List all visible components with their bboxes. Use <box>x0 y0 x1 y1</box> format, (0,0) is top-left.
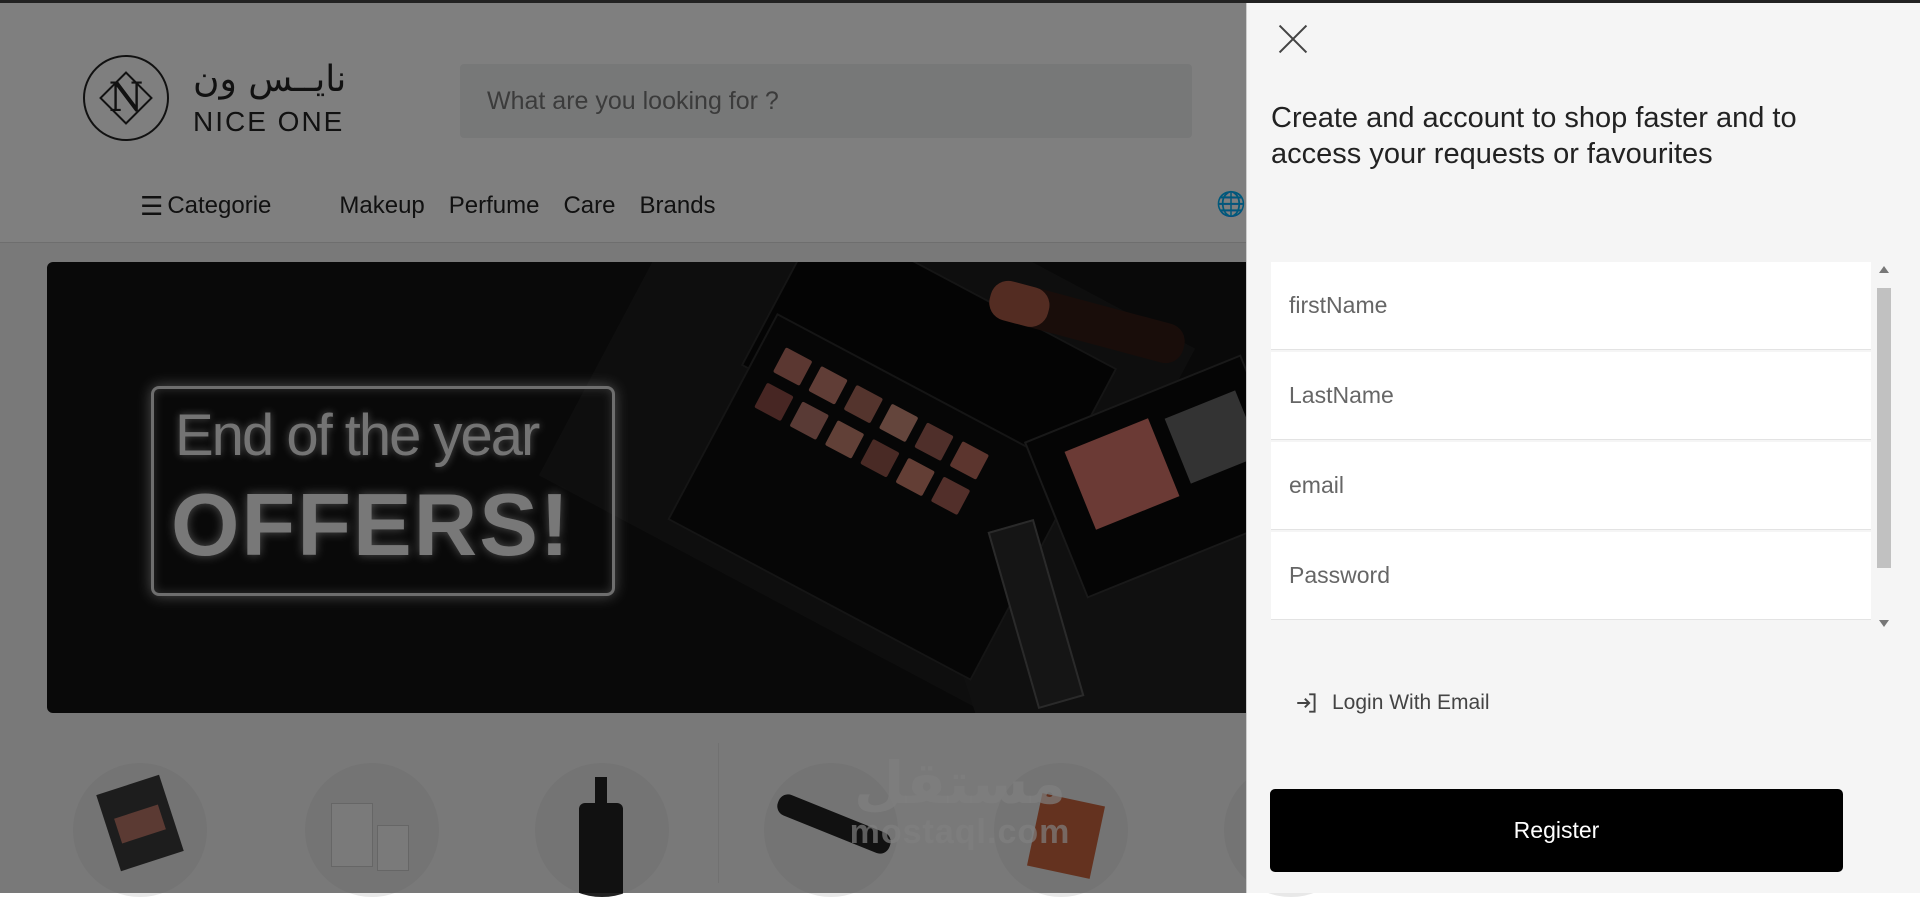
first-name-input[interactable] <box>1271 262 1871 349</box>
last-name-field[interactable] <box>1271 352 1871 440</box>
first-name-field[interactable] <box>1271 262 1871 350</box>
close-icon[interactable] <box>1278 25 1308 55</box>
scroll-down-arrow-icon[interactable] <box>1879 620 1889 627</box>
login-icon <box>1297 693 1316 713</box>
register-drawer: Create and account to shop faster and to… <box>1246 0 1920 893</box>
password-input[interactable] <box>1271 532 1871 619</box>
drawer-headline: Create and account to shop faster and to… <box>1271 102 1797 170</box>
form-scrollbar[interactable] <box>1876 266 1892 636</box>
last-name-input[interactable] <box>1271 352 1871 439</box>
email-input[interactable] <box>1271 442 1871 529</box>
email-field[interactable] <box>1271 442 1871 530</box>
scroll-up-arrow-icon[interactable] <box>1879 266 1889 273</box>
modal-overlay[interactable] <box>0 0 1246 893</box>
browser-top-edge <box>0 0 1920 3</box>
register-form <box>1271 262 1891 636</box>
login-with-email-label: Login With Email <box>1332 691 1490 714</box>
password-field[interactable] <box>1271 532 1871 620</box>
login-with-email-link[interactable]: Login With Email <box>1294 690 1490 716</box>
register-button[interactable]: Register <box>1270 789 1843 872</box>
scrollbar-thumb[interactable] <box>1877 288 1891 568</box>
terms-text-clipped <box>1271 628 1871 636</box>
